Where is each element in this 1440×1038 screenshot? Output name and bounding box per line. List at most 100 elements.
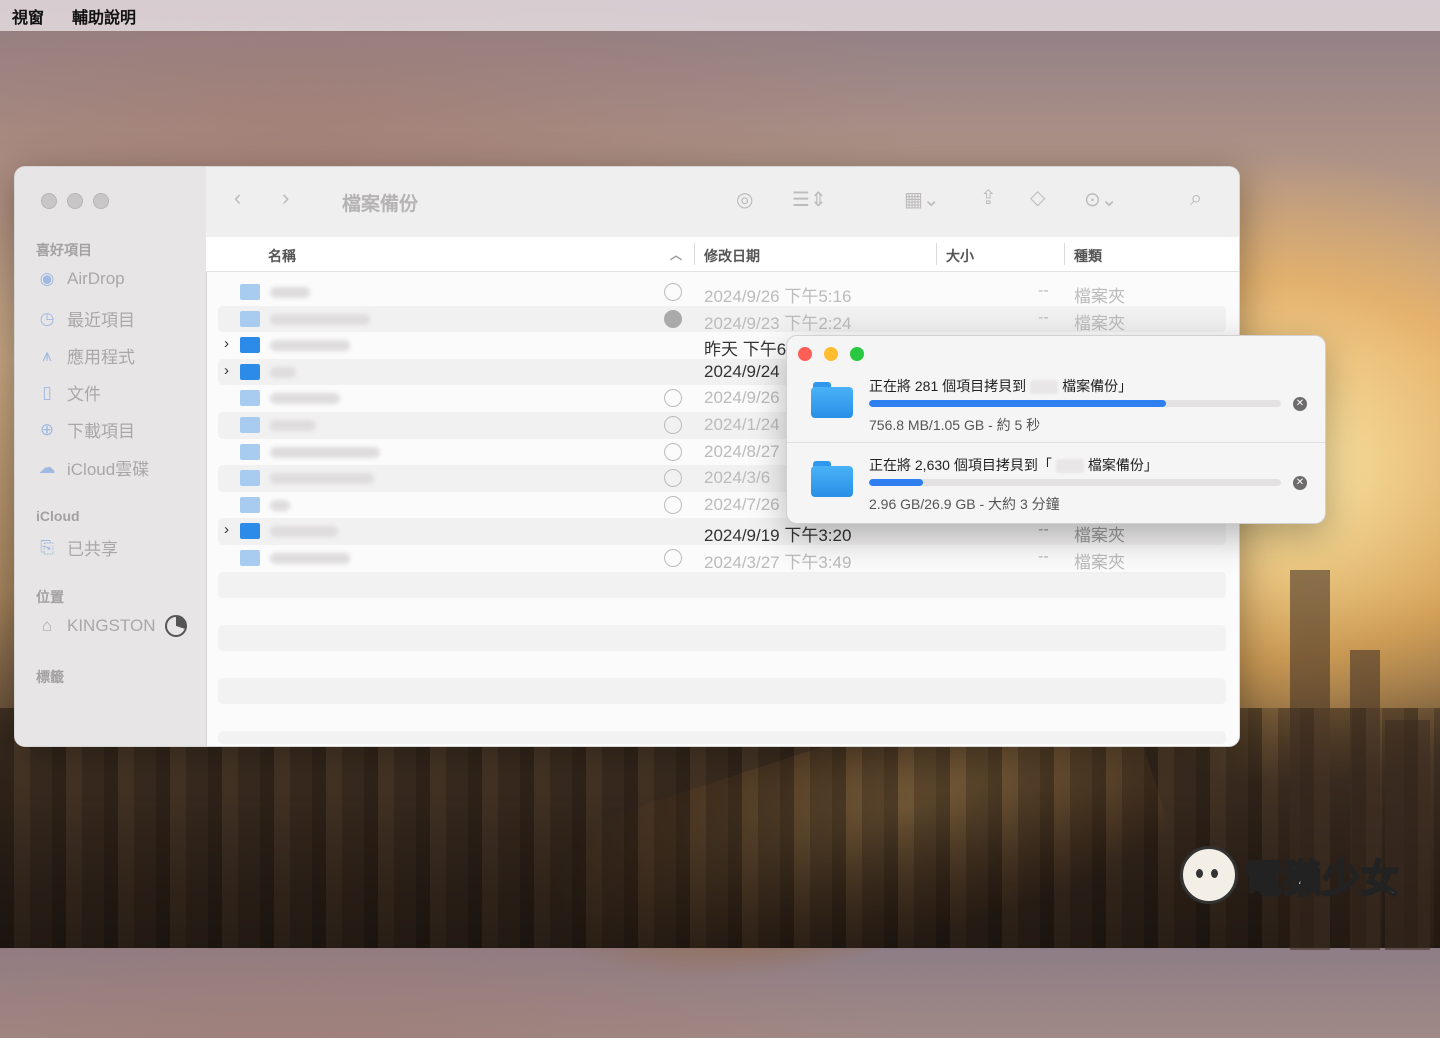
sidebar-item-label: iCloud雲碟 — [67, 460, 150, 479]
redacted-name — [1055, 459, 1084, 474]
forward-icon[interactable]: › — [282, 185, 289, 211]
more-actions-icon[interactable]: ⊙⌄ — [1084, 187, 1118, 212]
sidebar-item-label: 下載項目 — [67, 422, 135, 441]
icloud-download-status-icon — [664, 389, 682, 408]
file-size: -- — [1038, 308, 1049, 326]
sidebar: 喜好項目 ◉ AirDrop ◷ 最近項目 ⩚ 應用程式 ▯ 文件 ⊕ 下載項目… — [15, 167, 207, 746]
file-kind: 檔案夾 — [1074, 313, 1125, 333]
column-divider[interactable] — [936, 243, 937, 265]
progress-bar — [869, 479, 1281, 486]
copy-job: 正在將 2,630 個項目拷貝到「 檔案備份」 2.96 GB/26.9 GB -… — [787, 447, 1325, 523]
sidebar-item-applications[interactable]: ⩚ 應用程式 — [37, 343, 135, 368]
folder-icon — [240, 523, 260, 540]
sidebar-item-label: AirDrop — [67, 269, 125, 288]
sort-ascending-icon: ︿ — [670, 248, 683, 262]
file-modified-date: 昨天 下午6 — [704, 340, 787, 360]
progress-bar — [869, 400, 1281, 407]
back-icon[interactable]: ‹ — [234, 185, 241, 211]
tag-icon[interactable]: ◇ — [1030, 185, 1045, 210]
copy-job-title-prefix: 正在將 281 個項目拷貝到 — [869, 378, 1027, 394]
empty-row — [218, 572, 1226, 598]
column-size[interactable]: 大小 — [946, 246, 974, 266]
file-row[interactable]: 2024/3/27 下午3:49 -- 檔案夾 — [218, 545, 1226, 572]
list-view-icon[interactable]: ☰⇕ — [792, 187, 827, 212]
redacted-filename — [270, 473, 374, 485]
file-size: -- — [1038, 521, 1049, 539]
folder-icon — [811, 461, 853, 497]
folder-icon — [811, 382, 853, 418]
divider — [787, 442, 1325, 443]
file-modified-date: 2024/7/26 — [704, 494, 780, 514]
copy-job: 正在將 281 個項目拷貝到 檔案備份」 756.8 MB/1.05 GB - 約… — [787, 368, 1325, 446]
watermark: 電獺少女 — [1180, 846, 1400, 904]
column-divider[interactable] — [1064, 243, 1065, 265]
panel-minimize-button[interactable] — [824, 347, 838, 361]
redacted-filename — [270, 340, 350, 352]
redacted-filename — [270, 313, 370, 325]
group-icon[interactable]: ▦⌄ — [904, 187, 940, 212]
redacted-filename — [270, 446, 380, 458]
redacted-filename — [270, 526, 338, 538]
file-modified-date: 2024/3/6 — [704, 468, 771, 488]
close-button[interactable] — [41, 193, 57, 209]
disclosure-chevron-icon[interactable]: › — [224, 335, 229, 352]
sidebar-item-kingston[interactable]: ⌂ KINGSTON — [37, 615, 188, 637]
file-row[interactable]: 2024/9/23 下午2:24 -- 檔案夾 — [218, 305, 1226, 333]
copy-job-info: 756.8 MB/1.05 GB - 約 5 秒 — [869, 417, 1041, 433]
share-icon[interactable]: ⇪ — [980, 185, 997, 210]
copy-job-title: 正在將 2,630 個項目拷貝到「 檔案備份」 — [869, 455, 1158, 475]
disclosure-chevron-icon[interactable]: › — [224, 521, 229, 538]
search-icon[interactable]: ⌕ — [1190, 185, 1202, 211]
zoom-button[interactable] — [93, 193, 109, 209]
sidebar-item-icloud-drive[interactable]: ☁ iCloud雲碟 — [37, 455, 150, 480]
redacted-filename — [270, 499, 290, 511]
sidebar-item-downloads[interactable]: ⊕ 下載項目 — [37, 417, 135, 442]
redacted-filename — [270, 366, 296, 378]
cloud-icon: ☁ — [38, 457, 56, 477]
column-name[interactable]: 名稱 — [268, 246, 296, 266]
wallpaper-tower — [1350, 650, 1380, 950]
airdrop-toolbar-icon[interactable]: ◎ — [736, 187, 753, 212]
redacted-filename — [270, 393, 340, 405]
file-modified-date: 2024/3/27 下午3:49 — [704, 552, 852, 572]
file-kind: 檔案夾 — [1074, 287, 1125, 306]
window-controls — [41, 193, 109, 209]
sidebar-item-documents[interactable]: ▯ 文件 — [37, 380, 101, 405]
watermark-logo-icon — [1180, 846, 1238, 904]
column-date[interactable]: 修改日期 — [704, 246, 760, 266]
folder-icon — [240, 416, 260, 433]
folder-icon — [240, 496, 260, 513]
cancel-icon[interactable]: ✕ — [1293, 397, 1307, 411]
copy-job-title-prefix: 正在將 2,630 個項目拷貝到「 — [869, 457, 1052, 473]
sidebar-item-recents[interactable]: ◷ 最近項目 — [37, 306, 135, 331]
empty-row — [218, 625, 1226, 651]
folder-icon — [240, 284, 260, 300]
sidebar-item-label: 已共享 — [67, 540, 118, 559]
file-modified-date: 2024/9/26 下午5:16 — [704, 287, 852, 306]
cancel-icon[interactable]: ✕ — [1293, 476, 1307, 490]
minimize-button[interactable] — [67, 193, 83, 209]
file-modified-date: 2024/9/24 — [704, 361, 780, 381]
panel-close-button[interactable] — [798, 347, 812, 361]
empty-row — [218, 731, 1226, 744]
redacted-filename — [270, 287, 310, 298]
disclosure-chevron-icon[interactable]: › — [224, 362, 229, 379]
file-row[interactable]: 2024/9/26 下午5:16 -- 檔案夾 — [218, 279, 1226, 306]
apps-icon: ⩚ — [42, 345, 52, 365]
file-modified-date: 2024/8/27 — [704, 441, 780, 461]
sidebar-item-airdrop[interactable]: ◉ AirDrop — [37, 269, 125, 289]
folder-icon — [240, 337, 260, 354]
clock-icon: ◷ — [39, 308, 55, 328]
airdrop-icon: ◉ — [39, 269, 55, 288]
drive-icon: ⌂ — [41, 616, 53, 635]
column-kind[interactable]: 種類 — [1074, 246, 1102, 266]
menu-window[interactable]: 視窗 — [12, 4, 44, 28]
sidebar-item-shared[interactable]: ⎘ 已共享 — [37, 535, 118, 560]
eject-progress-icon[interactable] — [165, 615, 188, 637]
redacted-filename — [270, 419, 316, 431]
icloud-download-status-icon — [664, 309, 682, 328]
panel-zoom-button[interactable] — [850, 347, 864, 361]
menu-help[interactable]: 輔助說明 — [72, 4, 136, 28]
menu-bar: 視窗 輔助說明 — [0, 0, 1440, 31]
column-divider[interactable] — [694, 243, 695, 265]
